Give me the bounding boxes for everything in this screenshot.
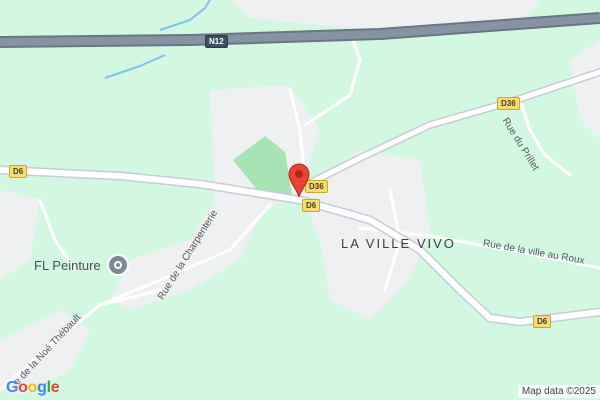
settlement-area-topright <box>570 40 600 140</box>
place-pin-icon <box>106 254 129 276</box>
map-attribution[interactable]: Map data ©2025 <box>517 385 600 398</box>
map-base-layer <box>0 0 600 395</box>
poi-label: FL Peinture <box>34 257 101 273</box>
shield-d36-top: D36 <box>497 97 520 110</box>
shield-d6-center: D6 <box>302 199 321 212</box>
red-map-pin-icon[interactable] <box>287 162 311 198</box>
road-north-curve <box>303 36 362 127</box>
shield-n12: N12 <box>205 35 228 48</box>
google-logo[interactable]: Google <box>6 379 60 397</box>
shield-d6-right: D6 <box>533 315 552 328</box>
locality-label: LA VILLE VIVO <box>341 236 456 251</box>
stream-west <box>104 54 166 79</box>
stream-north <box>159 0 211 31</box>
map-canvas[interactable]: N12 D6 D6 D6 D36 D36 Rue de la Charpente… <box>0 0 600 400</box>
poi-fl-peinture[interactable]: FL Peinture <box>34 254 129 276</box>
shield-d6-left: D6 <box>9 165 28 178</box>
